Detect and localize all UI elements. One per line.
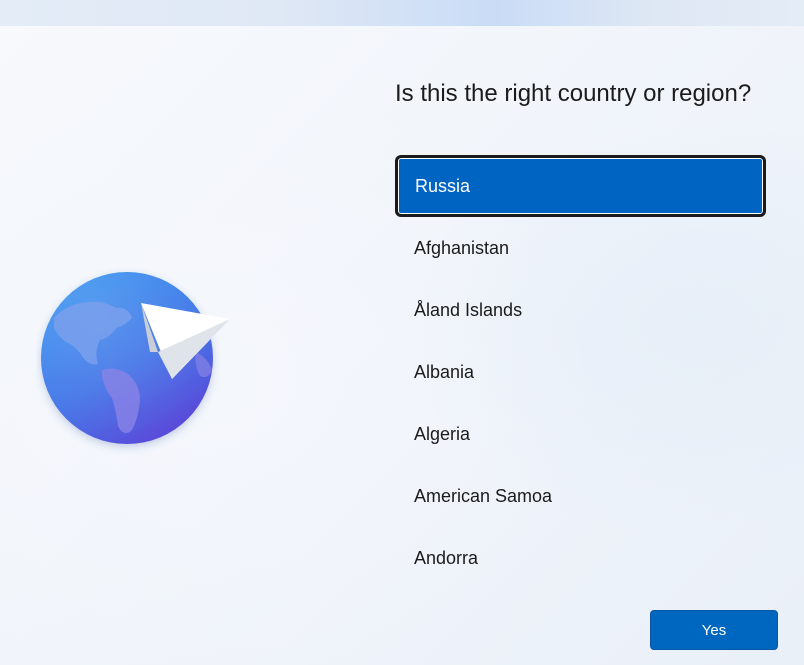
yes-button[interactable]: Yes bbox=[650, 610, 778, 650]
list-item-andorra[interactable]: Andorra bbox=[397, 529, 764, 587]
list-item-label: Russia bbox=[415, 175, 471, 196]
list-item-american-samoa[interactable]: American Samoa bbox=[397, 467, 764, 525]
list-item-aland-islands[interactable]: Åland Islands bbox=[397, 281, 764, 339]
globe-paper-plane-icon bbox=[41, 272, 230, 444]
list-item-label: Andorra bbox=[414, 547, 479, 568]
list-item-label: Afghanistan bbox=[414, 237, 510, 258]
list-item-russia[interactable]: Russia bbox=[397, 157, 764, 215]
list-item-label: Åland Islands bbox=[414, 299, 523, 320]
list-item-label: Albania bbox=[414, 361, 475, 382]
list-item-afghanistan[interactable]: Afghanistan bbox=[397, 219, 764, 277]
page-title: Is this the right country or region? bbox=[395, 80, 752, 107]
country-list[interactable]: Russia Afghanistan Åland Islands Albania… bbox=[397, 157, 764, 591]
top-background-band bbox=[0, 0, 804, 26]
globe-illustration bbox=[36, 266, 236, 456]
list-item-albania[interactable]: Albania bbox=[397, 343, 764, 401]
list-item-label: Algeria bbox=[414, 423, 471, 444]
list-item-label: American Samoa bbox=[414, 485, 553, 506]
list-item-algeria[interactable]: Algeria bbox=[397, 405, 764, 463]
